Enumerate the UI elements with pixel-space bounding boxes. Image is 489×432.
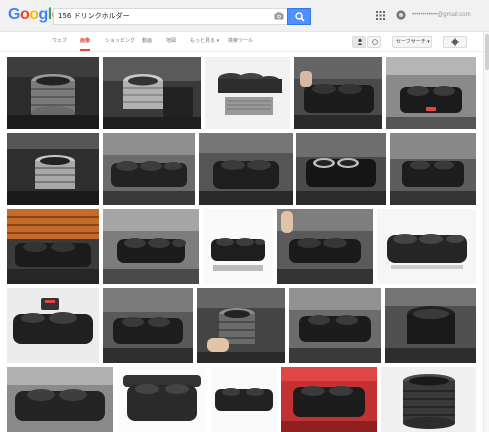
- tab-shopping[interactable]: ショッピング: [105, 32, 135, 51]
- tab-more[interactable]: もっと見る ▾: [190, 32, 219, 51]
- large-images-toggle[interactable]: [352, 36, 366, 48]
- result-image[interactable]: [296, 133, 386, 205]
- account-email[interactable]: ••••••••••••@gmail.com: [412, 11, 476, 20]
- apps-grid-icon[interactable]: [376, 11, 385, 20]
- result-image[interactable]: [197, 288, 285, 363]
- search-box[interactable]: [53, 8, 289, 25]
- result-image[interactable]: [103, 288, 193, 363]
- result-image[interactable]: [7, 133, 99, 205]
- top-bar: Google ••••••••••••@gmail.com: [0, 0, 489, 32]
- result-image[interactable]: [385, 288, 476, 363]
- result-image[interactable]: [103, 133, 195, 205]
- result-image[interactable]: [103, 57, 201, 129]
- result-image[interactable]: [289, 288, 381, 363]
- scrollbar-thumb[interactable]: [485, 34, 489, 70]
- account-circle-icon[interactable]: [396, 10, 406, 20]
- search-icon: [295, 12, 305, 22]
- result-image[interactable]: [390, 133, 476, 205]
- safe-search-button[interactable]: セーフサーチ ▾: [392, 36, 432, 48]
- tab-images[interactable]: 画像: [80, 32, 91, 51]
- result-image[interactable]: [103, 209, 199, 284]
- result-image[interactable]: [203, 209, 273, 284]
- image-results-grid: [0, 52, 489, 432]
- result-image[interactable]: [377, 209, 476, 284]
- result-image[interactable]: [117, 367, 207, 432]
- clock-icon: [372, 39, 378, 45]
- result-image[interactable]: [386, 57, 476, 129]
- result-image[interactable]: [7, 288, 99, 363]
- result-image[interactable]: [7, 209, 99, 284]
- result-image[interactable]: [199, 133, 293, 205]
- result-image[interactable]: [281, 367, 377, 432]
- search-button[interactable]: [287, 8, 311, 25]
- tab-search-tools[interactable]: 検索ツール: [228, 32, 253, 51]
- gear-icon: [451, 38, 459, 46]
- logo-letter: o: [19, 6, 30, 23]
- result-image[interactable]: [277, 209, 373, 284]
- camera-icon[interactable]: [274, 12, 284, 20]
- search-input[interactable]: [58, 9, 268, 24]
- result-image[interactable]: [294, 57, 382, 129]
- page-scrollbar[interactable]: [483, 32, 489, 432]
- tab-video[interactable]: 動画: [142, 32, 152, 51]
- tab-web[interactable]: ウェブ: [52, 32, 67, 51]
- result-image[interactable]: [205, 57, 290, 129]
- logo-letter: G: [8, 6, 20, 23]
- person-icon: [357, 38, 363, 45]
- result-image[interactable]: [381, 367, 476, 432]
- search-tabs: ウェブ 画像 ショッピング 動画 地図 もっと見る ▾ 検索ツール セーフサーチ…: [0, 32, 489, 52]
- result-image[interactable]: [211, 367, 277, 432]
- logo-letter: g: [38, 6, 49, 23]
- safe-toggle[interactable]: [367, 36, 381, 48]
- result-image[interactable]: [7, 367, 113, 432]
- result-image[interactable]: [7, 57, 99, 129]
- settings-button[interactable]: [443, 36, 467, 48]
- tab-maps[interactable]: 地図: [166, 32, 176, 51]
- logo-letter: o: [29, 6, 39, 23]
